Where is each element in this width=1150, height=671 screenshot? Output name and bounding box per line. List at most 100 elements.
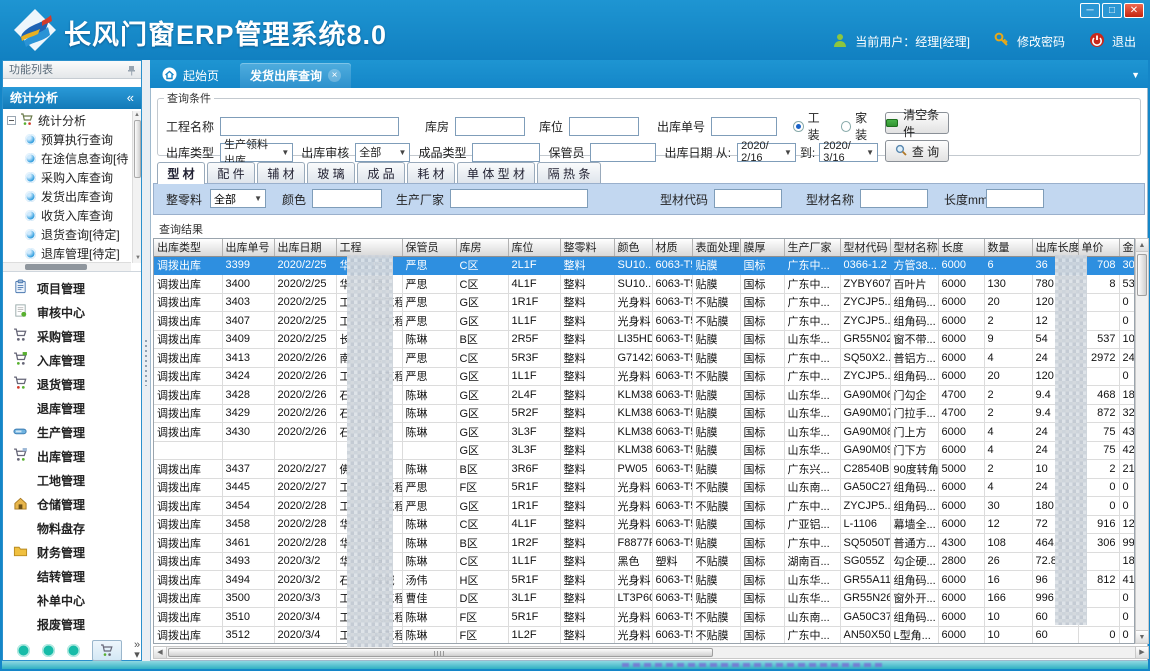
profile-name-input[interactable] (860, 189, 928, 208)
quick-cart-button[interactable] (92, 640, 122, 661)
material-tab[interactable]: 成 品 (357, 162, 405, 183)
search-button[interactable]: 查 询 (885, 140, 949, 162)
quick-dot-icon[interactable] (67, 644, 80, 657)
table-row[interactable]: 调拨出库34542020/2/28工共工程严思G区1R1F整料光身料6063-T… (154, 497, 1135, 516)
tree-item[interactable]: 在途信息查询[待 (3, 149, 131, 168)
tab-overflow-icon[interactable]: ▼ (1131, 70, 1140, 80)
sidebar-menu-item[interactable]: 工地管理 (3, 468, 141, 492)
tab-shipment-outbound-query[interactable]: 发货出库查询 × (240, 63, 351, 88)
sidebar-menu-item[interactable]: 入库管理 (3, 348, 141, 372)
column-header[interactable]: 库房 (456, 239, 508, 256)
date-to-picker[interactable]: 2020/ 3/16▼ (819, 143, 878, 162)
sidebar-menu-item[interactable]: 项目管理 (3, 276, 141, 300)
table-row[interactable]: 调拨出库34242020/2/26工共工程严思G区1L1F整料光身料6063-T… (154, 367, 1135, 386)
tree-item[interactable]: 发货出库查询 (3, 187, 131, 206)
tab-close-icon[interactable]: × (328, 69, 341, 82)
scrollbar-thumb[interactable] (25, 264, 87, 270)
table-row[interactable]: 调拨出库34282020/2/26石城陈琳G区2L4F整料KLM38176063… (154, 386, 1135, 405)
scrollbar-thumb[interactable] (168, 648, 713, 657)
order-no-input[interactable] (711, 117, 777, 136)
profile-code-input[interactable] (714, 189, 782, 208)
scroll-up-icon[interactable]: ▲ (1136, 239, 1148, 252)
table-horizontal-scrollbar[interactable]: ◀ ▶ (153, 646, 1149, 659)
column-header[interactable]: 出库日期 (274, 239, 336, 256)
scrollbar-thumb[interactable] (134, 120, 141, 178)
column-header[interactable]: 材质 (652, 239, 692, 256)
logout-link[interactable]: 退出 (1112, 33, 1136, 50)
warehouse-input[interactable] (455, 117, 525, 136)
table-row[interactable]: 调拨出库34582020/2/28华原...陈琳C区4L1F整料光身料6063-… (154, 515, 1135, 534)
sidebar-menu-item[interactable]: 生产管理 (3, 420, 141, 444)
scrollbar-thumb[interactable] (1137, 254, 1147, 296)
material-tab[interactable]: 辅 材 (257, 162, 305, 183)
minimize-button[interactable]: ─ (1080, 3, 1100, 18)
tree-item[interactable]: 退库管理[待定] (3, 244, 131, 263)
column-header[interactable]: 单价 (1078, 239, 1119, 256)
table-row[interactable]: 调拨出库34452020/2/27工共工程严思F区5R1F整料光身料6063-T… (154, 478, 1135, 497)
scroll-left-icon[interactable]: ◀ (154, 647, 167, 658)
close-button[interactable]: ✕ (1124, 3, 1144, 18)
sidebar-menu-item[interactable]: 审核中心 (3, 300, 141, 324)
sidebar-splitter[interactable] (142, 60, 150, 661)
table-row[interactable]: 调拨出库34132020/2/26南...严思C区5R3F整料G71422606… (154, 349, 1135, 368)
column-header[interactable]: 生产厂家 (784, 239, 840, 256)
location-input[interactable] (569, 117, 639, 136)
tree-horizontal-scrollbar[interactable] (3, 262, 131, 271)
maker-input[interactable] (450, 189, 588, 208)
table-row[interactable]: 调拨出库34932020/3/2华原...陈琳C区1L1F整料黑色塑料不贴膜国标… (154, 552, 1135, 571)
whole-part-select[interactable]: 全部▼ (210, 189, 266, 208)
overflow-chevron-icon[interactable]: »▾ (134, 640, 140, 660)
column-header[interactable]: 长度 (938, 239, 984, 256)
table-row[interactable]: 调拨出库34372020/2/27佛...陈琳B区3R6F整料PW056063-… (154, 460, 1135, 479)
tree-item[interactable]: 退货查询[待定] (3, 225, 131, 244)
sidebar-menu-item[interactable]: 出库管理 (3, 444, 141, 468)
date-from-picker[interactable]: 2020/ 2/16▼ (737, 143, 796, 162)
sidebar-menu-item[interactable]: 仓储管理 (3, 492, 141, 516)
material-tab[interactable]: 配 件 (207, 162, 255, 183)
column-header[interactable]: 数量 (984, 239, 1032, 256)
pin-icon[interactable] (127, 64, 136, 82)
tree-item[interactable]: 预算执行查询 (3, 130, 131, 149)
column-header[interactable]: 出库长度 (1032, 239, 1078, 256)
sidebar-menu-item[interactable]: 采购管理 (3, 324, 141, 348)
column-header[interactable]: 颜色 (614, 239, 652, 256)
audit-select[interactable]: 全部▼ (355, 143, 410, 162)
out-type-select[interactable]: 生产领料出库▼ (220, 143, 293, 162)
table-row[interactable]: 调拨出库35102020/3/4工共工程陈琳F区5R1F整料光身料6063-T5… (154, 608, 1135, 627)
sidebar-menu-item[interactable]: 财务管理 (3, 540, 141, 564)
sidebar-menu-item[interactable]: 补单中心 (3, 588, 141, 612)
table-row[interactable]: 调拨出库35002020/3/3工共工程曹佳D区3L1F整料LT3P606063… (154, 589, 1135, 608)
scroll-right-icon[interactable]: ▶ (1135, 647, 1148, 658)
tree-item[interactable]: 收货入库查询 (3, 206, 131, 225)
tree-expander-icon[interactable] (7, 116, 16, 125)
column-header[interactable]: 表面处理 (692, 239, 740, 256)
table-row[interactable]: G区3L3F整料KLM38176063-T5贴膜国标山东华...GA90M09.… (154, 441, 1135, 460)
product-type-input[interactable] (472, 143, 540, 162)
sidebar-menu-item[interactable]: 结转管理 (3, 564, 141, 588)
tab-home[interactable]: 起始页 (152, 63, 229, 88)
material-tab[interactable]: 单 体 型 材 (457, 162, 535, 183)
collapse-icon[interactable]: « (127, 87, 134, 109)
table-row[interactable]: 调拨出库34072020/2/25工共工程严思G区1L1F整料光身料6063-T… (154, 312, 1135, 331)
column-header[interactable]: 型材代码 (840, 239, 890, 256)
column-header[interactable]: 保管员 (402, 239, 456, 256)
table-row[interactable]: 调拨出库34292020/2/26石城陈琳G区5R2F整料KLM38176063… (154, 404, 1135, 423)
radio-jiazhuang[interactable]: 家装 (841, 109, 878, 143)
column-header[interactable]: 出库单号 (222, 239, 274, 256)
sidebar-menu-item[interactable]: 物料盘存 (3, 516, 141, 540)
sidebar-menu-item[interactable]: 退库管理 (3, 396, 141, 420)
tree-root-node[interactable]: 统计分析 (3, 111, 131, 130)
table-row[interactable]: 调拨出库34032020/2/25工共工程严思G区1R1F整料光身料6063-T… (154, 293, 1135, 312)
table-row[interactable]: 调拨出库34612020/2/28华原...陈琳B区1R2F整料F8877FT6… (154, 534, 1135, 553)
material-tab[interactable]: 耗 材 (407, 162, 455, 183)
table-row[interactable]: 调拨出库34942020/3/2石辉城汤伟H区5R1F整料光身料6063-T5贴… (154, 571, 1135, 590)
change-password-link[interactable]: 修改密码 (1017, 33, 1065, 50)
material-tab[interactable]: 隔 热 条 (537, 162, 601, 183)
table-row[interactable]: 调拨出库35122020/3/4工共工程陈琳F区1L2F整料光身料6063-T5… (154, 626, 1135, 644)
material-tab[interactable]: 型 材 (157, 162, 205, 184)
column-header[interactable]: 膜厚 (740, 239, 784, 256)
table-row[interactable]: 调拨出库33992020/2/25华原...严思C区2L1F整料SU10...6… (154, 256, 1135, 275)
quick-dot-icon[interactable] (17, 644, 30, 657)
sidebar-menu-item[interactable]: 报废管理 (3, 612, 141, 636)
keeper-input[interactable] (590, 143, 656, 162)
